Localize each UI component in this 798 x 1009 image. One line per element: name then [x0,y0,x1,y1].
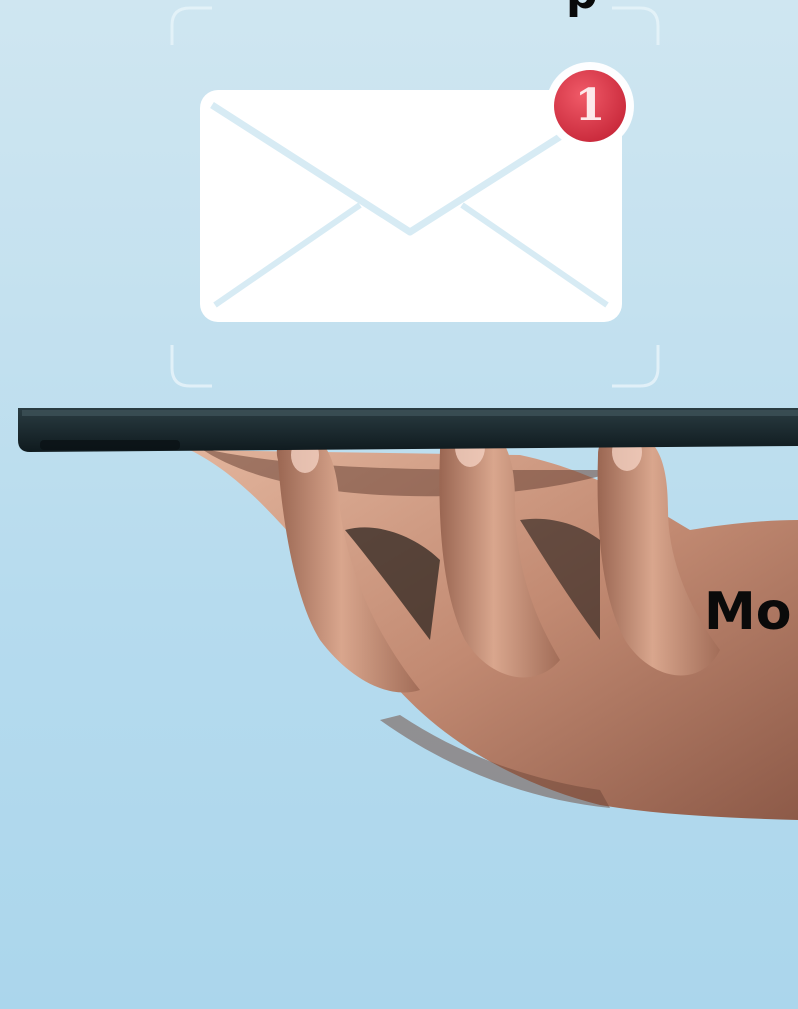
illustration [18,6,798,820]
badge-count: 1 [574,80,606,131]
caption-fragment-middle: Mo [704,586,792,638]
smartphone [18,408,798,452]
photo-scene: p Mo 1 [0,0,798,1009]
caption-fragment-top: p [566,0,598,16]
